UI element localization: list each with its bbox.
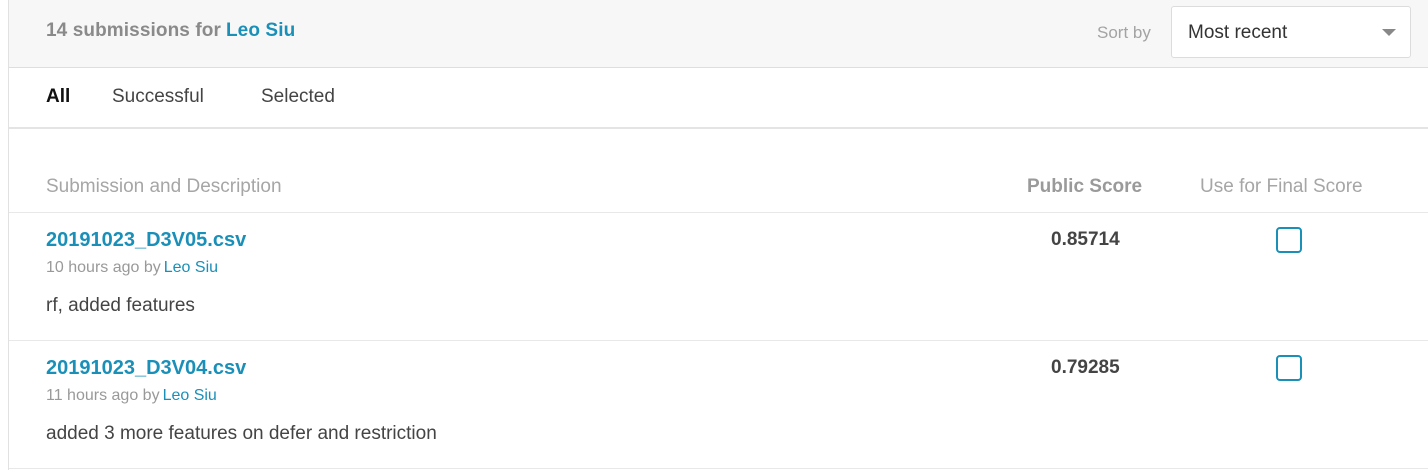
submission-description: rf, added features [46, 295, 195, 316]
submission-meta: 11 hours ago by Leo Siu [46, 387, 217, 405]
submission-user-link[interactable]: Leo Siu [164, 259, 218, 276]
submission-tabs: All Successful Selected [9, 68, 1428, 129]
use-for-final-score-checkbox[interactable] [1276, 355, 1302, 381]
submission-count-text: 14 submissions for [46, 20, 221, 41]
submissions-panel: 14 submissions for Leo Siu Sort by Most r… [8, 0, 1428, 470]
submission-description: added 3 more features on defer and restr… [46, 423, 437, 444]
sort-select[interactable]: Most recent [1171, 6, 1411, 58]
public-score: 0.85714 [1051, 229, 1120, 250]
submission-meta: 10 hours ago by Leo Siu [46, 259, 218, 277]
submission-time: 11 hours ago by [46, 387, 160, 404]
public-score: 0.79285 [1051, 357, 1120, 378]
column-header-description: Submission and Description [46, 176, 282, 197]
table-row: 20191023_D3V05.csv 10 hours ago by Leo Si… [9, 213, 1428, 341]
column-header-public-score[interactable]: Public Score [1027, 176, 1142, 198]
chevron-down-icon [1382, 29, 1396, 36]
sort-select-value: Most recent [1188, 22, 1288, 43]
submission-count: 14 submissions for Leo Siu [46, 20, 295, 42]
sort-label: Sort by [1097, 23, 1151, 42]
use-for-final-score-checkbox[interactable] [1276, 227, 1302, 253]
submissions-header: 14 submissions for Leo Siu Sort by Most r… [9, 0, 1428, 68]
submission-user-link[interactable]: Leo Siu [163, 387, 217, 404]
submission-filename-link[interactable]: 20191023_D3V04.csv [46, 357, 246, 380]
submission-filename-link[interactable]: 20191023_D3V05.csv [46, 229, 246, 252]
tab-successful[interactable]: Successful [112, 86, 204, 108]
table-row: 20191023_D3V04.csv 11 hours ago by Leo Si… [9, 341, 1428, 469]
submission-time: 10 hours ago by [46, 259, 161, 276]
tab-all[interactable]: All [46, 86, 70, 108]
table-header: Submission and Description Public Score … [9, 170, 1428, 213]
column-header-final-score: Use for Final Score [1200, 176, 1363, 197]
tab-selected[interactable]: Selected [261, 86, 335, 108]
header-user-link[interactable]: Leo Siu [226, 20, 295, 41]
